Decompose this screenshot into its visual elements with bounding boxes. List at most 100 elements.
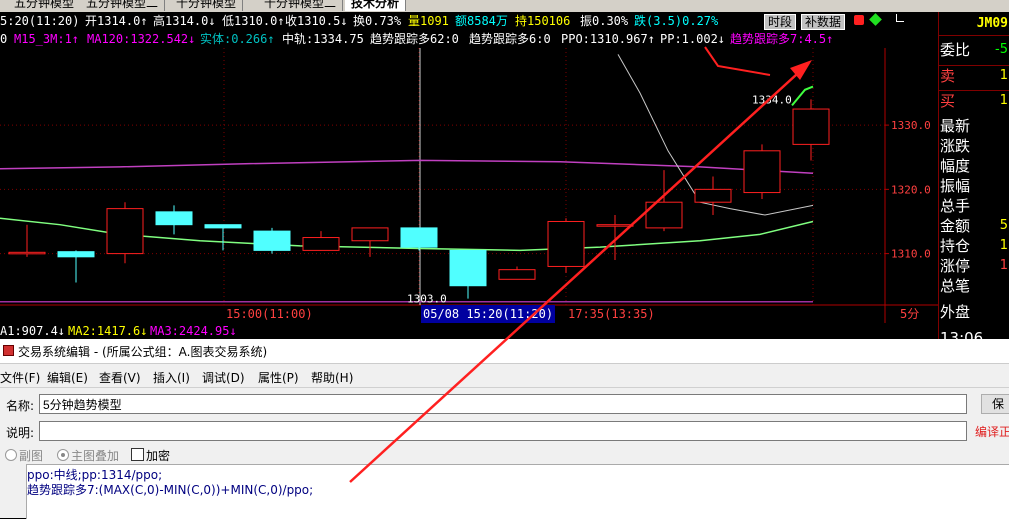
quote-panel-label: 委比 bbox=[940, 41, 971, 59]
quote-panel: JM09 委比 -5 卖 1 买 1 最新 涨跌 幅度 振幅 总手 金额 5 持仓 1 涨停 1 总笔 外盘 13:06 bbox=[938, 12, 1009, 339]
app-icon bbox=[3, 345, 14, 356]
quote-panel-row: 金额 5 bbox=[939, 216, 1009, 236]
ma-value: A1:907.4↓ bbox=[0, 324, 66, 338]
candle-body bbox=[302, 237, 340, 251]
quote-panel-row: 总手 bbox=[939, 196, 1009, 216]
quote-panel-label: 幅度 bbox=[940, 157, 971, 175]
quote-panel-label: 外盘 bbox=[940, 303, 971, 321]
chart-tab-2[interactable]: 五分钟模型二 bbox=[80, 0, 166, 11]
indicator-value: M15_3M:1↑ bbox=[14, 32, 80, 46]
ma-value: MA3:2424.95↓ bbox=[150, 324, 237, 338]
ma-value: MA2:1417.6↓ bbox=[68, 324, 148, 338]
divider bbox=[0, 387, 1009, 388]
fill-data-button[interactable]: 补数据 bbox=[801, 14, 846, 30]
description-input[interactable] bbox=[39, 421, 967, 441]
indicator-value: 趋势跟踪多62:0 bbox=[370, 32, 459, 46]
quote-panel-row: 最新 bbox=[939, 116, 1009, 136]
quote-low: 低1310.0↑ bbox=[222, 14, 285, 28]
quote-panel-label: 最新 bbox=[940, 117, 971, 135]
candle-body bbox=[400, 227, 438, 248]
desc-label: 说明: bbox=[6, 426, 35, 440]
quote-panel-label: 金额 bbox=[940, 217, 971, 235]
name-label: 名称: bbox=[6, 399, 35, 413]
candle-body bbox=[498, 269, 536, 280]
menu-item[interactable]: 调试(D) bbox=[202, 369, 245, 386]
radio-dot bbox=[61, 453, 65, 457]
quote-panel-row: 委比 -5 bbox=[939, 40, 1009, 60]
quote-panel-label: 涨停 bbox=[940, 257, 971, 275]
quote-panel-label: 总手 bbox=[940, 197, 971, 215]
main-overlay-radio[interactable] bbox=[57, 449, 69, 461]
corner-icon bbox=[896, 14, 904, 22]
quote-panel-label: 持仓 bbox=[940, 237, 971, 255]
chart-tab-4[interactable]: 十分钟模型二 bbox=[258, 0, 344, 11]
red-square-icon[interactable] bbox=[854, 15, 864, 25]
quote-panel-row: 幅度 bbox=[939, 156, 1009, 176]
time-label: 17:35(13:35) bbox=[568, 307, 655, 321]
chart-tab-5[interactable]: 技术分析 bbox=[345, 0, 407, 11]
dialog-titlebar[interactable]: 交易系统编辑 - (所属公式组：A.图表交易系统) bbox=[0, 339, 1009, 364]
menu-item[interactable]: 文件(F) bbox=[0, 369, 40, 386]
quote-high: 高1314.0↓ bbox=[153, 14, 216, 28]
menu-item[interactable]: 属性(P) bbox=[258, 369, 299, 386]
period-label[interactable]: 5分 bbox=[900, 305, 919, 323]
quote-panel-label: 卖 bbox=[940, 67, 956, 85]
encrypt-checkbox[interactable] bbox=[131, 448, 144, 461]
candle-body bbox=[351, 227, 389, 242]
candle-body bbox=[645, 201, 683, 229]
kline-chart[interactable]: 1330.0 1320.0 1310.0 1334.0 1303.0 bbox=[0, 48, 938, 323]
quote-panel-value: -5 bbox=[995, 42, 1008, 57]
indicator-value: PP:1.002↓ bbox=[660, 32, 726, 46]
candle-body bbox=[57, 251, 95, 258]
chart-tab-strip: 五分钟模型 五分钟模型二 十分钟模型 十分钟模型二 技术分析 bbox=[0, 0, 1009, 12]
sub-chart-radio[interactable] bbox=[5, 449, 17, 461]
indicator-value: 中轨:1334.75 bbox=[282, 32, 364, 46]
code-area-frame: ppo:中线;pp:1314/ppo; 趋势跟踪多7:(MAX(C,0)-MIN… bbox=[0, 464, 1009, 519]
dialog-title: 交易系统编辑 - (所属公式组：A.图表交易系统) bbox=[18, 345, 268, 359]
time-label-current: 05/08 15:20(11:20) bbox=[421, 305, 556, 323]
indicator-bar: 0 M15_3M:1↑ MA120:1322.542↓ 实体:0.266↑ 中轨:133… bbox=[0, 30, 938, 48]
contract-title: JM09 bbox=[939, 12, 1009, 36]
chart-tab-3[interactable]: 十分钟模型 bbox=[170, 0, 244, 11]
quote-panel-row: 涨跌 bbox=[939, 136, 1009, 156]
quote-panel-value: 5 bbox=[999, 218, 1008, 233]
menu-item[interactable]: 编辑(E) bbox=[47, 369, 88, 386]
y-tick-label: 1330.0 bbox=[891, 119, 931, 132]
sub-chart-label: 副图 bbox=[19, 449, 44, 463]
quote-bar: 5:20(11:20) 开1314.0↑ 高1314.0↓ 低1310.0↑ 收… bbox=[0, 12, 938, 30]
menu-item[interactable]: 帮助(H) bbox=[311, 369, 353, 386]
green-diamond-icon[interactable] bbox=[869, 13, 882, 26]
quote-panel-row: 买1 bbox=[939, 90, 1009, 115]
candle-body bbox=[155, 211, 193, 226]
quote-open: 开1314.0↑ bbox=[85, 14, 148, 28]
formula-editor-dialog: 交易系统编辑 - (所属公式组：A.图表交易系统) 文件(F) 编辑(E) 查看(V… bbox=[0, 339, 1009, 519]
quote-panel-label: 总笔 bbox=[940, 277, 971, 295]
time-period-button[interactable]: 时段 bbox=[764, 14, 797, 30]
signal-mark[interactable] bbox=[791, 85, 814, 107]
quote-position: 持150106 bbox=[515, 14, 571, 28]
code-editor[interactable]: ppo:中线;pp:1314/ppo; 趋势跟踪多7:(MAX(C,0)-MIN… bbox=[26, 464, 1009, 519]
candle-body bbox=[596, 224, 634, 227]
candle-body bbox=[8, 251, 46, 255]
name-input[interactable] bbox=[39, 394, 967, 414]
candle-body bbox=[449, 249, 487, 287]
chart-tab-1[interactable]: 五分钟模型 bbox=[8, 0, 82, 11]
y-tick-label: 1320.0 bbox=[891, 183, 931, 196]
candle-body bbox=[547, 220, 585, 267]
code-line: 趋势跟踪多7:(MAX(C,0)-MIN(C,0))+MIN(C,0)/ppo; bbox=[27, 483, 314, 497]
save-button[interactable]: 保 bbox=[981, 394, 1009, 414]
quote-panel-label: 涨跌 bbox=[940, 137, 971, 155]
quote-panel-row: 外盘 bbox=[939, 302, 1009, 322]
quote-amount: 额8584万 bbox=[455, 14, 508, 28]
quote-panel-value: 1 bbox=[999, 238, 1008, 253]
quote-volume: 量1091 bbox=[408, 14, 449, 28]
indicator-value: 趋势跟踪多6:0 bbox=[469, 32, 551, 46]
low-price-label: 1303.0 bbox=[407, 293, 447, 306]
menu-item[interactable]: 查看(V) bbox=[99, 369, 141, 386]
quote-change: 跌(3.5)0.27% bbox=[634, 14, 719, 28]
quote-panel-label: 买 bbox=[940, 92, 956, 110]
candle-body bbox=[792, 108, 830, 145]
compile-status: 编译正 bbox=[975, 425, 1009, 439]
menu-item[interactable]: 插入(I) bbox=[153, 369, 190, 386]
ma-bar: A1:907.4↓ MA2:1417.6↓ MA3:2424.95↓ bbox=[0, 323, 938, 339]
